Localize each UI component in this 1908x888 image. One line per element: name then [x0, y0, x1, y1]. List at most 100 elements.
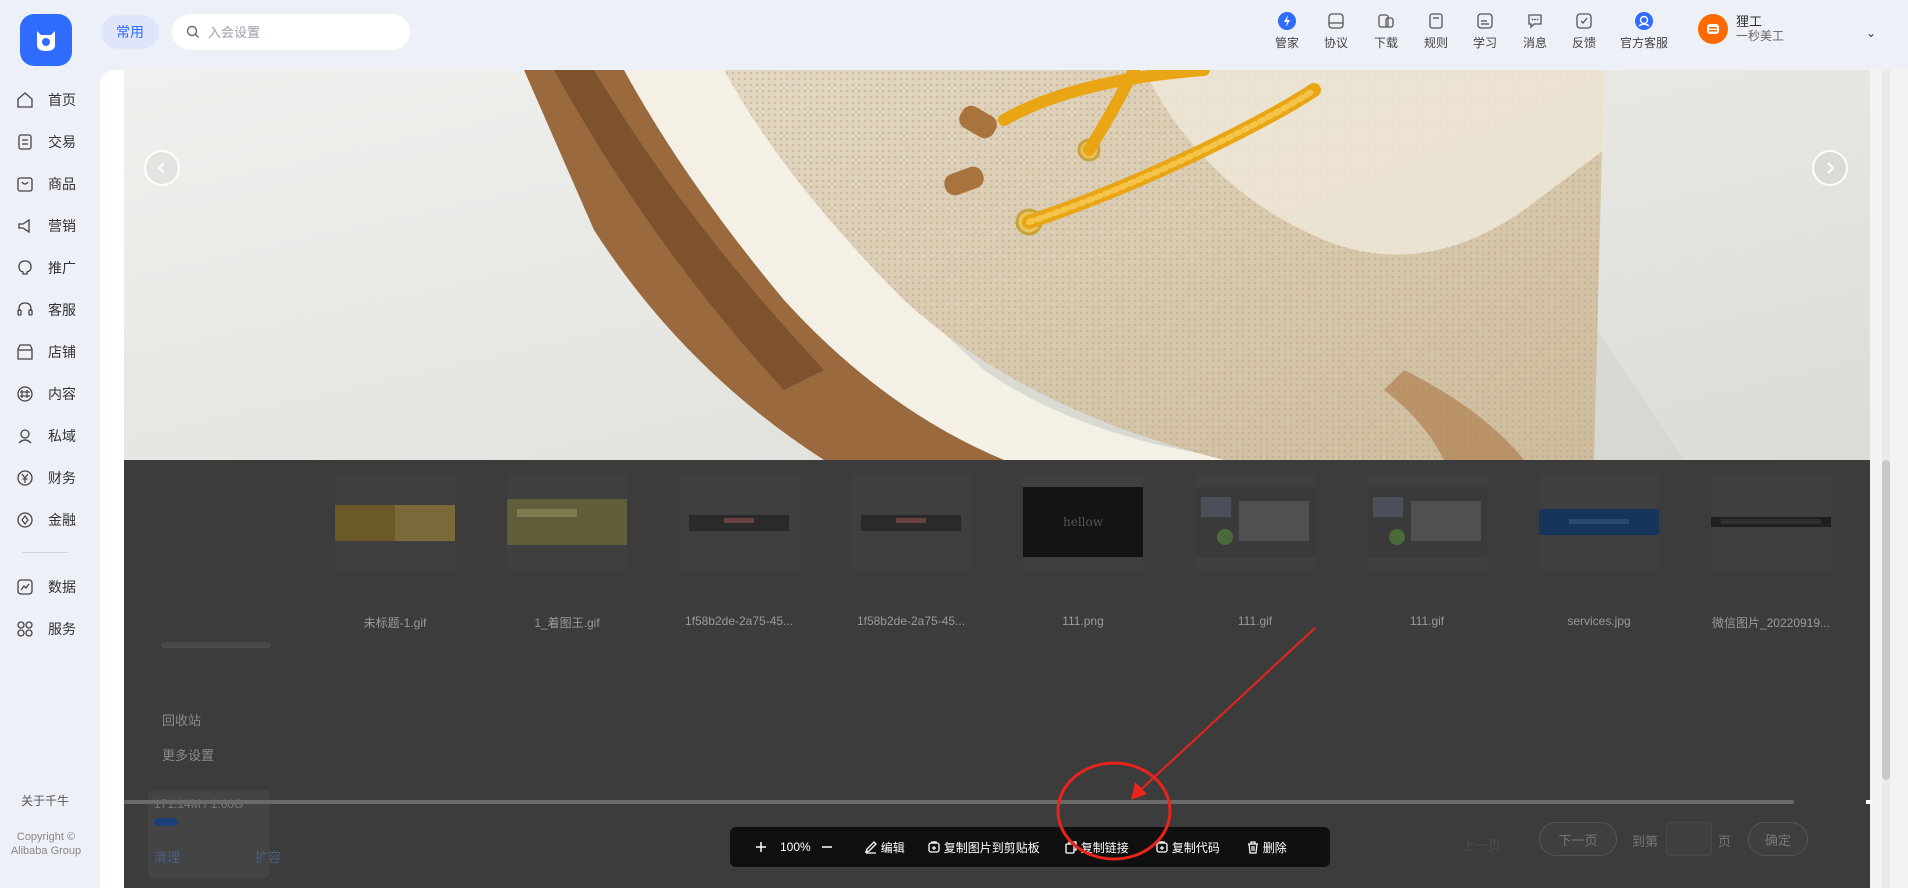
storage-progress — [154, 818, 178, 826]
sidebar-item-finance[interactable]: 财务 — [16, 468, 76, 488]
content-icon — [16, 385, 34, 403]
edit-button[interactable]: 编辑 — [864, 839, 905, 856]
file-card[interactable]: 1f58b2de-2a75-45... — [841, 474, 981, 628]
tool-label: 管家 — [1275, 36, 1300, 50]
horizontal-scrollbar[interactable] — [124, 800, 1794, 804]
confirm-page-button[interactable]: 确定 — [1748, 822, 1808, 856]
next-image-button[interactable] — [1812, 150, 1848, 186]
expand-link[interactable]: 扩容 — [255, 847, 281, 866]
copy-code-button[interactable]: 复制代码 — [1155, 839, 1220, 856]
sidebar-item-goods[interactable]: 商品 — [16, 174, 76, 194]
file-card[interactable]: 1f58b2de-2a75-45... — [669, 474, 809, 628]
promotion-icon — [16, 259, 34, 277]
recycle-bin-link[interactable]: 回收站 — [162, 710, 201, 729]
sidebar-item-label: 交易 — [48, 134, 76, 150]
search-input[interactable] — [208, 24, 388, 40]
tool-butler[interactable]: 管家 — [1275, 10, 1299, 51]
edit-label: 编辑 — [880, 840, 905, 855]
clean-link[interactable]: 清理 — [154, 847, 180, 866]
chevron-down-icon[interactable]: ⌄ — [1866, 26, 1876, 40]
sidebar-item-services[interactable]: 服务 — [16, 619, 76, 639]
avatar — [1698, 14, 1728, 44]
sidebar-item-service[interactable]: 客服 — [16, 300, 76, 320]
user-profile[interactable]: 狸工 一秒美工 — [1698, 14, 1784, 44]
copy-image-button[interactable]: 复制图片到剪贴板 — [927, 839, 1040, 856]
tool-customer-service[interactable]: 官方客服 — [1620, 10, 1668, 51]
sidebar-item-content[interactable]: 内容 — [16, 384, 76, 404]
prev-page-button[interactable]: 上一页 — [1462, 835, 1501, 854]
sidebar-item-label: 服务 — [48, 621, 76, 637]
tool-feedback[interactable]: 反馈 — [1572, 10, 1596, 51]
sidebar-item-promotion[interactable]: 推广 — [16, 258, 76, 278]
sidebar-item-label: 推广 — [48, 260, 76, 276]
file-card[interactable]: 1_着图王.gif — [497, 474, 637, 630]
about-link[interactable]: 关于千牛 — [21, 792, 69, 809]
sidebar-item-data[interactable]: 数据 — [16, 577, 76, 597]
delete-button[interactable]: 删除 — [1246, 839, 1287, 856]
sidebar-item-home[interactable]: 首页 — [16, 90, 76, 110]
more-settings-link[interactable]: 更多设置 — [162, 745, 214, 764]
tool-label: 下载 — [1374, 36, 1399, 50]
minus-icon — [821, 846, 832, 848]
tool-learn[interactable]: 学习 — [1473, 10, 1497, 51]
file-card[interactable]: 111.gif — [1357, 474, 1497, 628]
sidebar-item-banking[interactable]: 金融 — [16, 510, 76, 530]
tool-agreement[interactable]: 协议 — [1324, 10, 1348, 51]
prev-image-button[interactable] — [144, 150, 180, 186]
trash-icon — [1247, 841, 1258, 854]
sidebar-item-label: 金融 — [48, 512, 76, 528]
tool-label: 规则 — [1424, 36, 1449, 50]
file-card[interactable]: 微信图片_20220919... — [1701, 474, 1841, 630]
copy-icon — [1065, 841, 1077, 854]
common-pill[interactable]: 常用 — [101, 15, 159, 49]
file-name: 1f58b2de-2a75-45... — [856, 614, 966, 628]
data-icon — [16, 578, 34, 596]
service-icon — [16, 301, 34, 319]
zoom-out-button[interactable] — [821, 841, 836, 853]
file-card[interactable]: hellow 111.png — [1013, 474, 1153, 628]
pencil-icon — [864, 841, 877, 854]
chevron-right-icon — [1827, 162, 1835, 174]
sidebar-item-marketing[interactable]: 营销 — [16, 216, 76, 236]
search-box[interactable] — [172, 14, 410, 50]
sidebar-item-shop[interactable]: 店铺 — [16, 342, 76, 362]
finance-icon — [16, 469, 34, 487]
scrollbar-thumb[interactable] — [1882, 460, 1890, 780]
sidebar-item-label: 内容 — [48, 386, 76, 402]
page-number-input[interactable] — [1666, 822, 1712, 856]
file-name: 111.gif — [1237, 614, 1273, 628]
tool-rules[interactable]: 规则 — [1424, 10, 1448, 51]
qianniu-logo[interactable] — [20, 14, 72, 66]
message-icon — [1524, 10, 1546, 32]
file-card[interactable]: 111.gif — [1185, 474, 1325, 628]
sidebar-divider — [22, 552, 68, 553]
zoom-level: 100% — [780, 840, 811, 854]
copyright-text: Copyright © Alibaba Group — [10, 831, 82, 857]
next-page-button[interactable]: 下一页 — [1539, 822, 1617, 856]
agreement-icon — [1325, 10, 1347, 32]
file-name: 1f58b2de-2a75-45... — [684, 614, 794, 628]
file-name: 111.gif — [1409, 614, 1445, 628]
file-card[interactable]: 未标题-1.gif — [325, 474, 465, 630]
goto-label: 到第 — [1632, 834, 1659, 849]
butler-icon — [1276, 10, 1298, 32]
tool-download[interactable]: 下载 — [1374, 10, 1398, 51]
copy-link-button[interactable]: 复制链接 — [1064, 839, 1129, 856]
sidebar-item-label: 客服 — [48, 302, 76, 318]
zoom-in-button[interactable] — [755, 841, 770, 853]
services-icon — [16, 620, 34, 638]
sidebar-item-label: 营销 — [48, 218, 76, 234]
file-thumbnail — [861, 515, 961, 531]
file-thumbnail — [1711, 517, 1831, 527]
file-card[interactable]: services.jpg — [1529, 474, 1669, 628]
goods-icon — [16, 175, 34, 193]
vertical-scrollbar[interactable] — [1870, 70, 1908, 888]
copy-link-label: 复制链接 — [1080, 840, 1129, 855]
tool-message[interactable]: 消息 — [1523, 10, 1547, 51]
customer-service-icon — [1633, 10, 1655, 32]
tool-label: 反馈 — [1572, 36, 1597, 50]
file-thumbnail — [689, 515, 789, 531]
sidebar-item-private-domain[interactable]: 私域 — [16, 426, 76, 446]
image-viewer-toolbar: 100% 编辑 复制图片到剪贴板 复制链接 复制代码 删除 — [730, 827, 1330, 867]
sidebar-item-trade[interactable]: 交易 — [16, 132, 76, 152]
